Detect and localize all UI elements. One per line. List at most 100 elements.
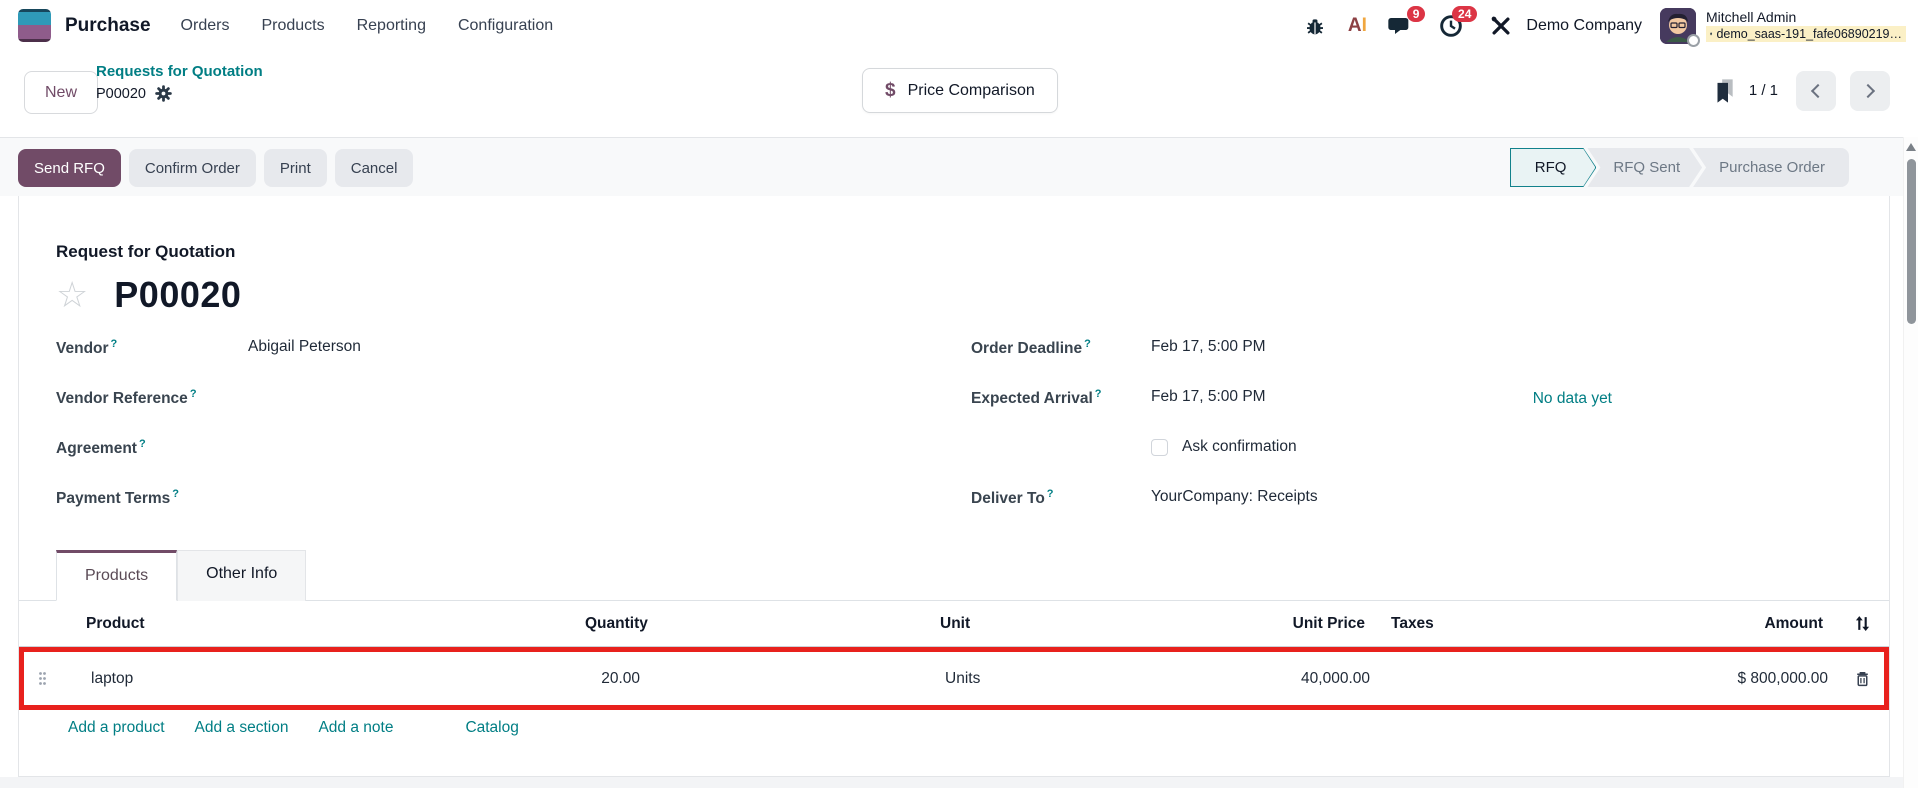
add-a-product-link[interactable]: Add a product: [68, 719, 165, 737]
bottom-strip: [0, 777, 1918, 788]
avatar[interactable]: [1660, 7, 1700, 47]
order-line-row[interactable]: laptop 20.00 Units 40,000.00 $ 800,000.0…: [24, 652, 1884, 705]
cell-amount: $ 800,000.00: [1737, 669, 1828, 687]
action-buttons: Send RFQ Confirm Order Print Cancel: [18, 149, 414, 187]
field-expected-arrival: Expected Arrival? Feb 17, 5:00 PM No dat…: [971, 388, 1612, 408]
tab-products[interactable]: Products: [56, 550, 178, 601]
send-rfq-button[interactable]: Send RFQ: [18, 149, 121, 187]
order-line-highlight: laptop 20.00 Units 40,000.00 $ 800,000.0…: [19, 647, 1889, 710]
form-type-label: Request for Quotation: [56, 242, 236, 261]
cell-product[interactable]: laptop: [60, 670, 590, 688]
ask-confirmation-checkbox[interactable]: [1151, 438, 1168, 456]
form-statusbar: Send RFQ Confirm Order Print Cancel RFQ …: [0, 137, 1903, 196]
delete-line-trash-icon[interactable]: [1840, 670, 1884, 687]
app-name[interactable]: Purchase: [65, 15, 151, 37]
cancel-button[interactable]: Cancel: [334, 149, 414, 187]
field-deliver-to: Deliver To? YourCompany: Receipts: [971, 488, 1318, 508]
field-vendor: Vendor? Abigail Peterson: [56, 338, 361, 358]
col-unit-price[interactable]: Unit Price: [1190, 615, 1365, 633]
field-agreement: Agreement?: [56, 438, 146, 458]
status-step-rfq-sent[interactable]: RFQ Sent: [1587, 148, 1702, 187]
help-icon: ?: [1084, 338, 1091, 350]
help-icon: ?: [138, 438, 146, 450]
col-unit[interactable]: Unit: [940, 615, 1190, 633]
pager-next-button[interactable]: [1850, 70, 1890, 111]
cell-quantity[interactable]: 20.00: [590, 670, 640, 688]
activities-badge: 24: [1452, 5, 1478, 22]
apps-menu-icon[interactable]: [18, 9, 51, 42]
activities-clock-icon[interactable]: 24: [1438, 5, 1478, 39]
pager-counter: 1 / 1: [1748, 82, 1778, 99]
database-icon: [1710, 32, 1713, 36]
confirm-order-button[interactable]: Confirm Order: [128, 149, 256, 187]
bookmark-icon[interactable]: [1714, 78, 1735, 104]
help-icon: ?: [189, 388, 197, 400]
favorite-star-icon[interactable]: ☆: [56, 277, 88, 313]
cell-unit[interactable]: Units: [945, 670, 1195, 688]
order-lines-header: Product Quantity Unit Unit Price Taxes A…: [19, 601, 1889, 647]
price-comparison-button[interactable]: $ Price Comparison: [862, 68, 1058, 113]
debug-bug-icon[interactable]: [1302, 13, 1328, 39]
control-panel: New Requests for Quotation P00020 $ Pric…: [0, 51, 1918, 137]
messages-badge: 9: [1406, 5, 1426, 22]
catalog-link[interactable]: Catalog: [465, 719, 518, 737]
drag-handle-icon[interactable]: [24, 671, 60, 686]
database-name: demo_saas-191_fafe06890219…: [1706, 26, 1906, 42]
vendor-value[interactable]: Abigail Peterson: [248, 338, 361, 356]
form-sheet: Request for Quotation ☆ P00020 Vendor? A…: [18, 196, 1890, 777]
cell-unit-price[interactable]: 40,000.00: [1195, 670, 1370, 688]
pager-previous-button[interactable]: [1796, 70, 1836, 111]
notebook-tabs: Products Other Info: [19, 550, 1889, 601]
fields-right-column: Order Deadline? Feb 17, 5:00 PM Expected…: [936, 334, 1852, 534]
nav-item-configuration[interactable]: Configuration: [458, 17, 553, 35]
col-amount[interactable]: Amount: [1485, 615, 1835, 633]
optional-columns-icon[interactable]: [1835, 615, 1889, 632]
user-info[interactable]: Mitchell Admin demo_saas-191_fafe0689021…: [1706, 9, 1906, 42]
user-name: Mitchell Admin: [1706, 9, 1797, 25]
help-icon: ?: [1094, 388, 1102, 400]
nav-item-reporting[interactable]: Reporting: [357, 17, 426, 35]
no-data-yet-link[interactable]: No data yet: [1533, 390, 1612, 408]
col-taxes[interactable]: Taxes: [1365, 615, 1485, 633]
breadcrumb: Requests for Quotation P00020: [96, 63, 263, 102]
chevron-right-icon: [1860, 83, 1876, 98]
company-switcher[interactable]: Demo Company: [1526, 17, 1642, 35]
new-button[interactable]: New: [24, 71, 99, 114]
line-footer-links: Add a product Add a section Add a note C…: [19, 719, 1889, 737]
nav-item-orders[interactable]: Orders: [181, 17, 230, 35]
nav-item-products[interactable]: Products: [261, 17, 324, 35]
status-step-rfq[interactable]: RFQ: [1510, 148, 1597, 187]
pager: 1 / 1: [1714, 68, 1890, 113]
add-a-section-link[interactable]: Add a section: [195, 719, 289, 737]
help-icon: ?: [1046, 488, 1054, 500]
vertical-scrollbar[interactable]: [1903, 137, 1918, 788]
chevron-left-icon: [1810, 83, 1826, 98]
tab-other-info[interactable]: Other Info: [177, 550, 307, 601]
order-deadline-value[interactable]: Feb 17, 5:00 PM: [1151, 338, 1266, 356]
fields-left-column: Vendor? Abigail Peterson Vendor Referenc…: [56, 334, 936, 534]
status-steps: RFQ RFQ Sent Purchase Order: [1510, 148, 1849, 187]
tools-icon[interactable]: [1488, 13, 1514, 39]
breadcrumb-parent-link[interactable]: Requests for Quotation: [96, 63, 263, 80]
add-a-note-link[interactable]: Add a note: [318, 719, 393, 737]
help-icon: ?: [172, 488, 180, 500]
ask-confirmation-label: Ask confirmation: [1182, 438, 1297, 455]
help-icon: ?: [110, 338, 118, 350]
messages-icon[interactable]: 9: [1386, 5, 1426, 39]
print-button[interactable]: Print: [263, 149, 327, 187]
col-product[interactable]: Product: [55, 615, 585, 633]
top-nav: Purchase Orders Products Reporting Confi…: [0, 0, 1918, 51]
gear-icon[interactable]: [155, 85, 172, 102]
field-vendor-reference: Vendor Reference?: [56, 388, 197, 408]
expected-arrival-value[interactable]: Feb 17, 5:00 PM: [1151, 388, 1266, 406]
scroll-up-arrow[interactable]: [1906, 143, 1916, 151]
breadcrumb-current: P00020: [96, 85, 263, 102]
col-quantity[interactable]: Quantity: [585, 615, 648, 633]
field-ask-confirmation: Ask confirmation: [971, 434, 1852, 484]
scrollbar-thumb[interactable]: [1907, 159, 1916, 324]
document-reference: P00020: [114, 274, 242, 315]
deliver-to-value[interactable]: YourCompany: Receipts: [1151, 488, 1318, 506]
ai-icon[interactable]: AI: [1344, 13, 1370, 39]
status-step-purchase-order[interactable]: Purchase Order: [1693, 148, 1849, 187]
dollar-icon: $: [885, 79, 896, 101]
